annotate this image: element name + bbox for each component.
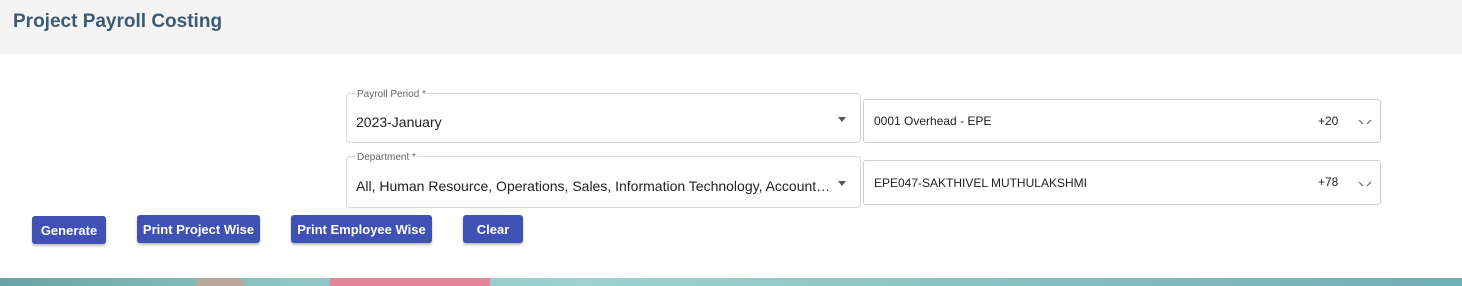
background-decoration (195, 278, 245, 286)
chevron-down-icon[interactable] (1358, 118, 1372, 126)
employee-select-value: EPE047-SAKTHIVEL MUTHULAKSHMI (874, 176, 1087, 190)
print-employee-wise-button[interactable]: Print Employee Wise (291, 215, 432, 243)
payroll-period-label: Payroll Period * (356, 89, 427, 101)
department-label: Department * (356, 152, 417, 164)
payroll-period-value: 2023-January (356, 114, 442, 130)
page-header: Project Payroll Costing (0, 0, 1462, 54)
department-select[interactable]: Department * All, Human Resource, Operat… (346, 152, 861, 208)
employee-select-count-badge: +78 (1318, 175, 1339, 189)
background-decoration (330, 278, 490, 286)
caret-down-icon[interactable] (838, 117, 846, 122)
generate-button[interactable]: Generate (32, 216, 106, 244)
payroll-period-select[interactable]: Payroll Period * 2023-January (346, 89, 861, 143)
caret-down-icon[interactable] (838, 181, 846, 186)
project-multiselect[interactable]: 0001 Overhead - EPE +20 (863, 99, 1381, 143)
project-select-count-badge: +20 (1318, 114, 1339, 128)
department-value: All, Human Resource, Operations, Sales, … (356, 178, 832, 194)
clear-button[interactable]: Clear (463, 215, 523, 243)
project-select-value: 0001 Overhead - EPE (874, 114, 992, 128)
print-project-wise-button[interactable]: Print Project Wise (137, 215, 260, 243)
employee-multiselect[interactable]: EPE047-SAKTHIVEL MUTHULAKSHMI +78 (863, 160, 1381, 205)
page-title: Project Payroll Costing (13, 11, 223, 32)
chevron-down-icon[interactable] (1358, 180, 1372, 188)
